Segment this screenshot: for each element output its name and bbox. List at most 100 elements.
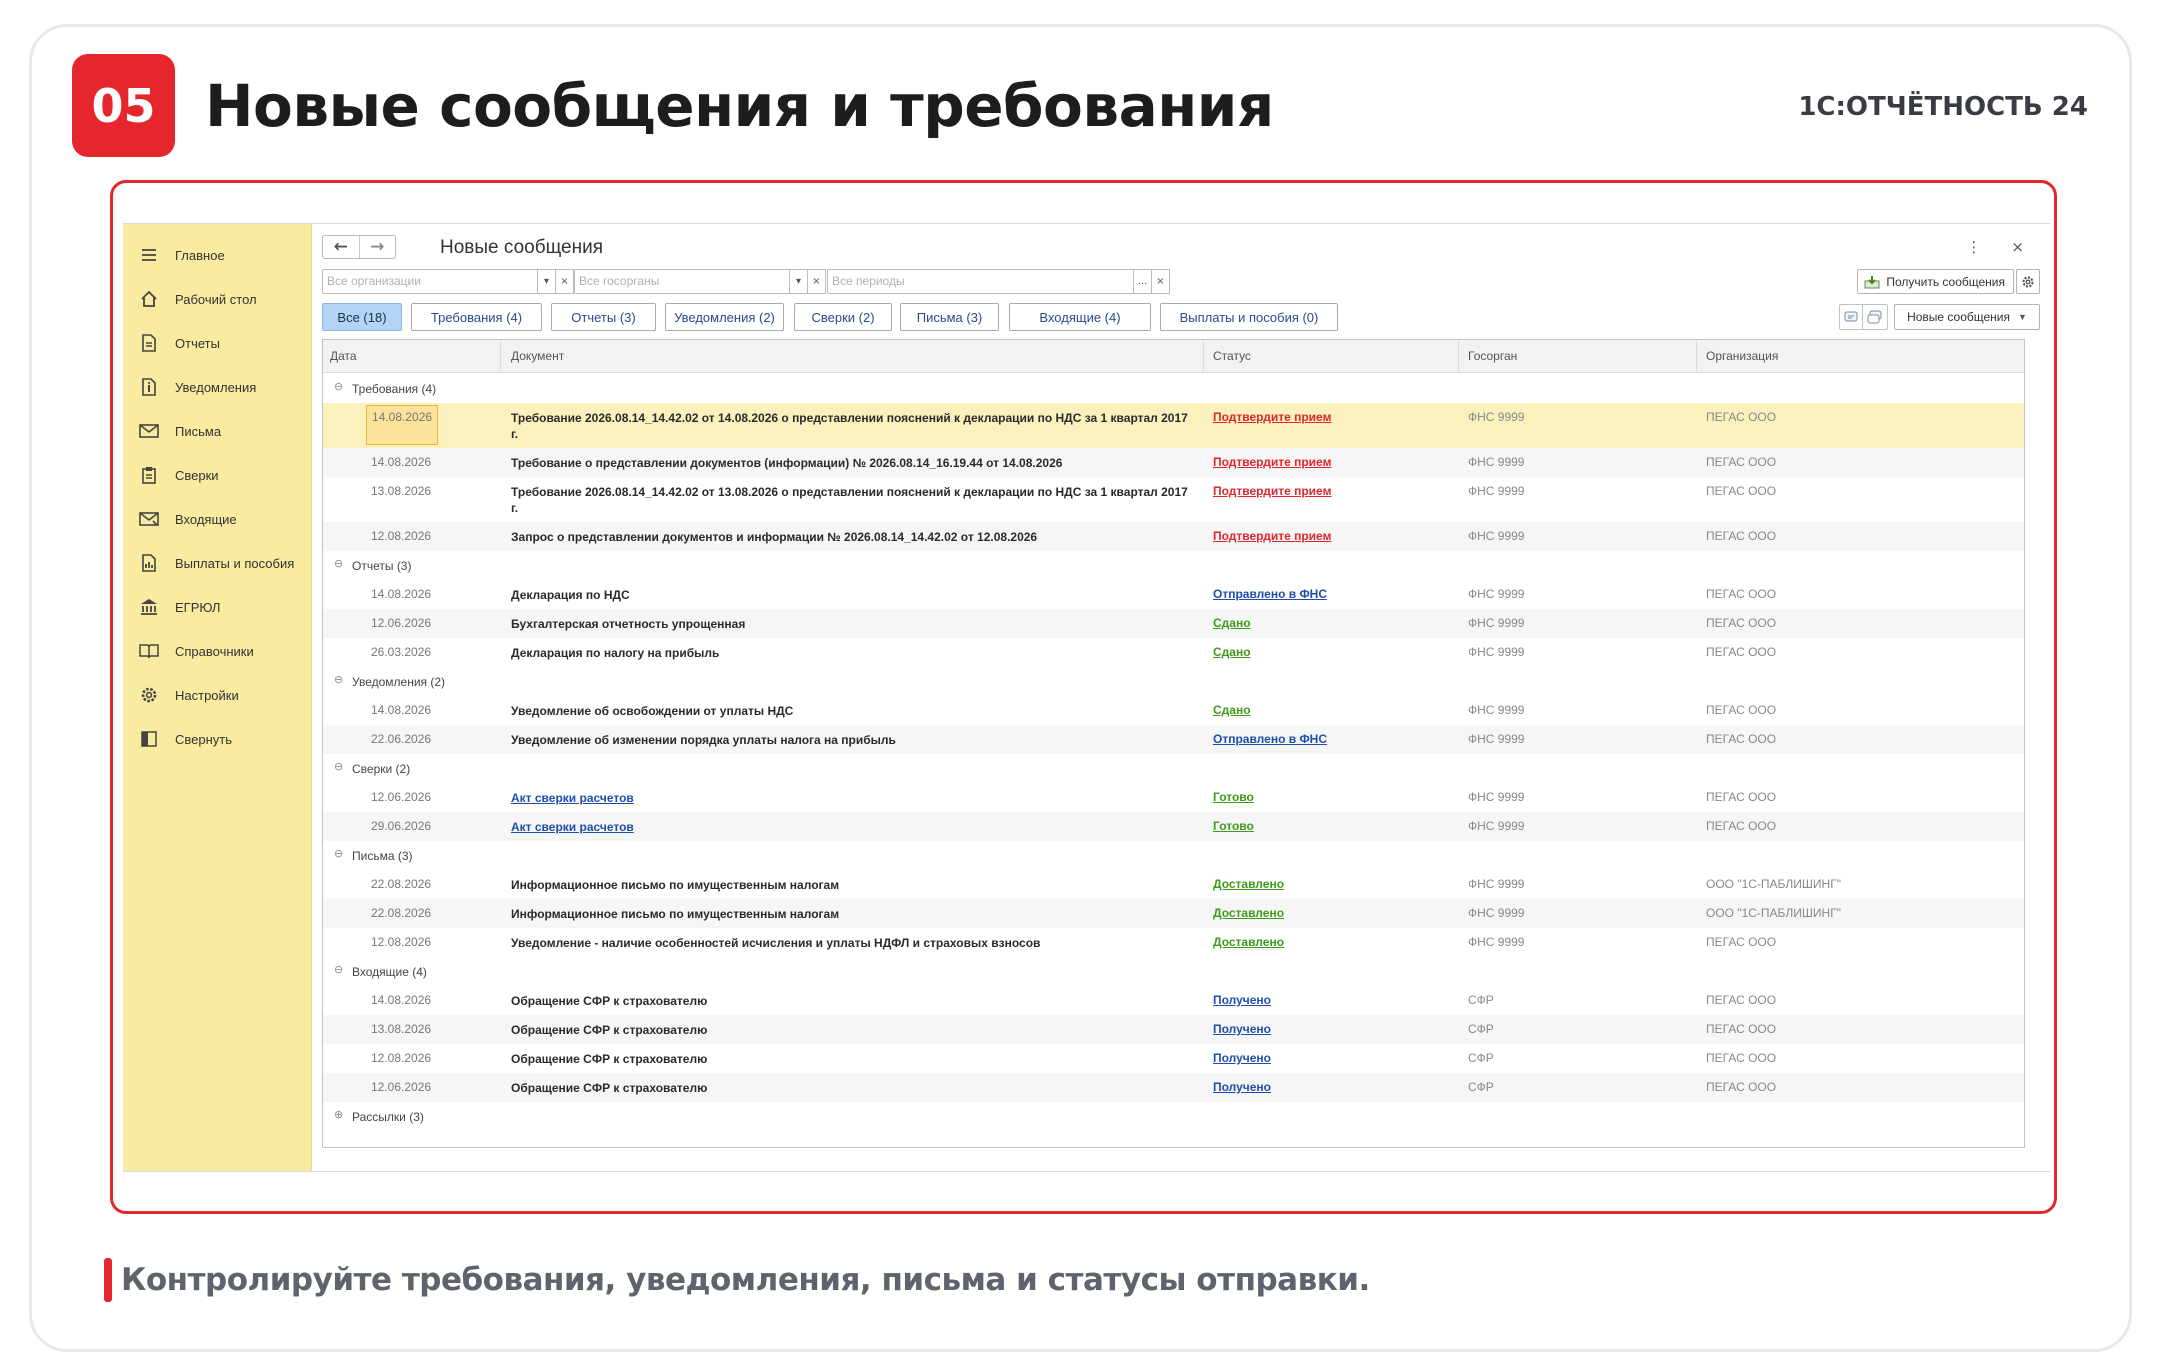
cell-status-link[interactable]: Сдано — [1213, 616, 1251, 630]
sidebar-item[interactable]: Рабочий стол — [123, 279, 312, 319]
table-row[interactable]: 14.08.2026 Уведомление об освобождении от… — [323, 696, 2024, 725]
dropdown-icon[interactable]: ▾ — [538, 269, 556, 294]
cell-status-link[interactable]: Сдано — [1213, 703, 1251, 717]
filter-tab[interactable]: Все (18) — [322, 303, 402, 331]
back-arrow-icon[interactable]: ← — [323, 236, 359, 258]
cell-agency: СФР — [1468, 1080, 1494, 1094]
dropdown-icon[interactable]: ▾ — [790, 269, 808, 294]
mark-unread-button[interactable] — [1862, 304, 1888, 330]
cell-status-link[interactable]: Доставлено — [1213, 906, 1284, 920]
collapse-icon[interactable]: ⊖ — [334, 760, 343, 773]
cell-status-link[interactable]: Доставлено — [1213, 935, 1284, 949]
cell-status-link[interactable]: Подтвердите прием — [1213, 484, 1331, 498]
sidebar-item[interactable]: Главное — [123, 235, 312, 275]
filter-tab[interactable]: Требования (4) — [411, 303, 542, 331]
cell-status-link[interactable]: Отправлено в ФНС — [1213, 587, 1327, 601]
column-organization[interactable]: Организация — [1706, 349, 1778, 363]
sort-dropdown[interactable]: Новые сообщения ▼ — [1894, 304, 2040, 330]
collapse-icon[interactable]: ⊖ — [334, 380, 343, 393]
table-row[interactable]: 12.08.2026 Обращение СФР к страхователю По… — [323, 1044, 2024, 1073]
collapse-icon[interactable]: ⊖ — [334, 847, 343, 860]
sidebar-item[interactable]: Уведомления — [123, 367, 312, 407]
cell-status-link[interactable]: Подтвердите прием — [1213, 455, 1331, 469]
cell-status-link[interactable]: Получено — [1213, 993, 1271, 1007]
table-row[interactable]: 12.08.2026 Уведомление - наличие особенно… — [323, 928, 2024, 957]
filter-tab[interactable]: Письма (3) — [900, 303, 999, 331]
agency-input[interactable]: Все госорганы — [574, 269, 790, 294]
sidebar-item[interactable]: Сверки — [123, 455, 312, 495]
expand-icon[interactable]: ⊕ — [334, 1108, 343, 1121]
column-status[interactable]: Статус — [1213, 349, 1251, 363]
filter-tab[interactable]: Сверки (2) — [794, 303, 892, 331]
filter-tab[interactable]: Отчеты (3) — [551, 303, 656, 331]
forward-arrow-icon[interactable]: → — [358, 236, 396, 258]
close-icon[interactable]: × — [2011, 238, 2024, 256]
select-period-icon[interactable]: ... — [1134, 269, 1152, 294]
sidebar-item[interactable]: ЕГРЮЛ — [123, 587, 312, 627]
table-row[interactable]: 14.08.2026 Обращение СФР к страхователю По… — [323, 986, 2024, 1015]
table-row[interactable]: 22.06.2026 Уведомление об изменении поряд… — [323, 725, 2024, 754]
cell-status-link[interactable]: Сдано — [1213, 645, 1251, 659]
table-group-row[interactable]: ⊖ Требования (4) — [323, 374, 2024, 403]
filter-tab[interactable]: Входящие (4) — [1009, 303, 1151, 331]
sidebar-item[interactable]: Справочники — [123, 631, 312, 671]
cell-status-link[interactable]: Подтвердите прием — [1213, 410, 1331, 424]
column-date[interactable]: Дата — [330, 349, 357, 363]
table-row[interactable]: 29.06.2026 Акт сверки расчетов Готово ФНС 9… — [323, 812, 2024, 841]
download-icon — [1864, 275, 1880, 288]
table-row[interactable]: 12.06.2026 Акт сверки расчетов Готово ФНС 9… — [323, 783, 2024, 812]
cell-status-link[interactable]: Получено — [1213, 1022, 1271, 1036]
table-row[interactable]: 22.08.2026 Информационное письмо по имуще… — [323, 870, 2024, 899]
cell-document[interactable]: Акт сверки расчетов — [511, 819, 1191, 835]
clear-icon[interactable]: × — [556, 269, 574, 294]
collapse-icon[interactable]: ⊖ — [334, 963, 343, 976]
table-group-row[interactable]: ⊖ Отчеты (3) — [323, 551, 2024, 580]
clear-icon[interactable]: × — [808, 269, 826, 294]
table-group-row[interactable]: ⊕ Рассылки (3) — [323, 1102, 2024, 1131]
organization-input[interactable]: Все организации — [322, 269, 538, 294]
sidebar-item[interactable]: Входящие — [123, 499, 312, 539]
settings-button[interactable] — [2016, 269, 2040, 294]
table-row[interactable]: 13.08.2026 Требование 2026.08.14_14.42.02… — [323, 477, 2024, 522]
cell-status-link[interactable]: Доставлено — [1213, 877, 1284, 891]
cell-status-link[interactable]: Получено — [1213, 1080, 1271, 1094]
column-document[interactable]: Документ — [511, 349, 564, 363]
collapse-icon[interactable]: ⊖ — [334, 673, 343, 686]
table-row[interactable]: 12.06.2026 Бухгалтерская отчетность упрощ… — [323, 609, 2024, 638]
table-group-row[interactable]: ⊖ Письма (3) — [323, 841, 2024, 870]
cell-status-link[interactable]: Подтвердите прием — [1213, 529, 1331, 543]
table-group-row[interactable]: ⊖ Сверки (2) — [323, 754, 2024, 783]
sidebar-item[interactable]: Настройки — [123, 675, 312, 715]
collapse-icon[interactable]: ⊖ — [334, 557, 343, 570]
filter-tab[interactable]: Уведомления (2) — [665, 303, 784, 331]
table-row[interactable]: 22.08.2026 Информационное письмо по имуще… — [323, 899, 2024, 928]
sidebar-item[interactable]: Выплаты и пособия — [123, 543, 312, 583]
column-agency[interactable]: Госорган — [1468, 349, 1517, 363]
table-group-row[interactable]: ⊖ Входящие (4) — [323, 957, 2024, 986]
cell-status-link[interactable]: Отправлено в ФНС — [1213, 732, 1327, 746]
more-menu-icon[interactable]: ⋮ — [1966, 238, 1981, 256]
clear-icon[interactable]: × — [1152, 269, 1170, 294]
sidebar-item[interactable]: Свернуть — [123, 719, 312, 759]
period-input[interactable]: Все периоды — [827, 269, 1134, 294]
cell-document[interactable]: Акт сверки расчетов — [511, 790, 1191, 806]
filter-tab[interactable]: Выплаты и пособия (0) — [1160, 303, 1338, 331]
cell-status-link[interactable]: Получено — [1213, 1051, 1271, 1065]
table-row[interactable]: 12.06.2026 Обращение СФР к страхователю По… — [323, 1073, 2024, 1102]
cell-status-link[interactable]: Готово — [1213, 819, 1254, 833]
table-row[interactable]: 14.08.2026 Требование о представлении док… — [323, 448, 2024, 477]
cell-date: 22.06.2026 — [371, 732, 432, 746]
cell-date: 22.08.2026 — [371, 906, 432, 920]
get-messages-button[interactable]: Получить сообщения — [1857, 269, 2014, 294]
table-row[interactable]: 14.08.2026 Требование 2026.08.14_14.42.02… — [323, 403, 2024, 448]
table-row[interactable]: 26.03.2026 Декларация по налогу на прибыл… — [323, 638, 2024, 667]
sidebar-item[interactable]: Отчеты — [123, 323, 312, 363]
cell-document: Обращение СФР к страхователю — [511, 1023, 708, 1037]
sidebar-item[interactable]: Письма — [123, 411, 312, 451]
cell-status-link[interactable]: Готово — [1213, 790, 1254, 804]
cell-agency: ФНС 9999 — [1468, 790, 1525, 804]
table-row[interactable]: 12.08.2026 Запрос о представлении докумен… — [323, 522, 2024, 551]
table-row[interactable]: 14.08.2026 Декларация по НДС Отправлено в … — [323, 580, 2024, 609]
table-row[interactable]: 13.08.2026 Обращение СФР к страхователю По… — [323, 1015, 2024, 1044]
table-group-row[interactable]: ⊖ Уведомления (2) — [323, 667, 2024, 696]
